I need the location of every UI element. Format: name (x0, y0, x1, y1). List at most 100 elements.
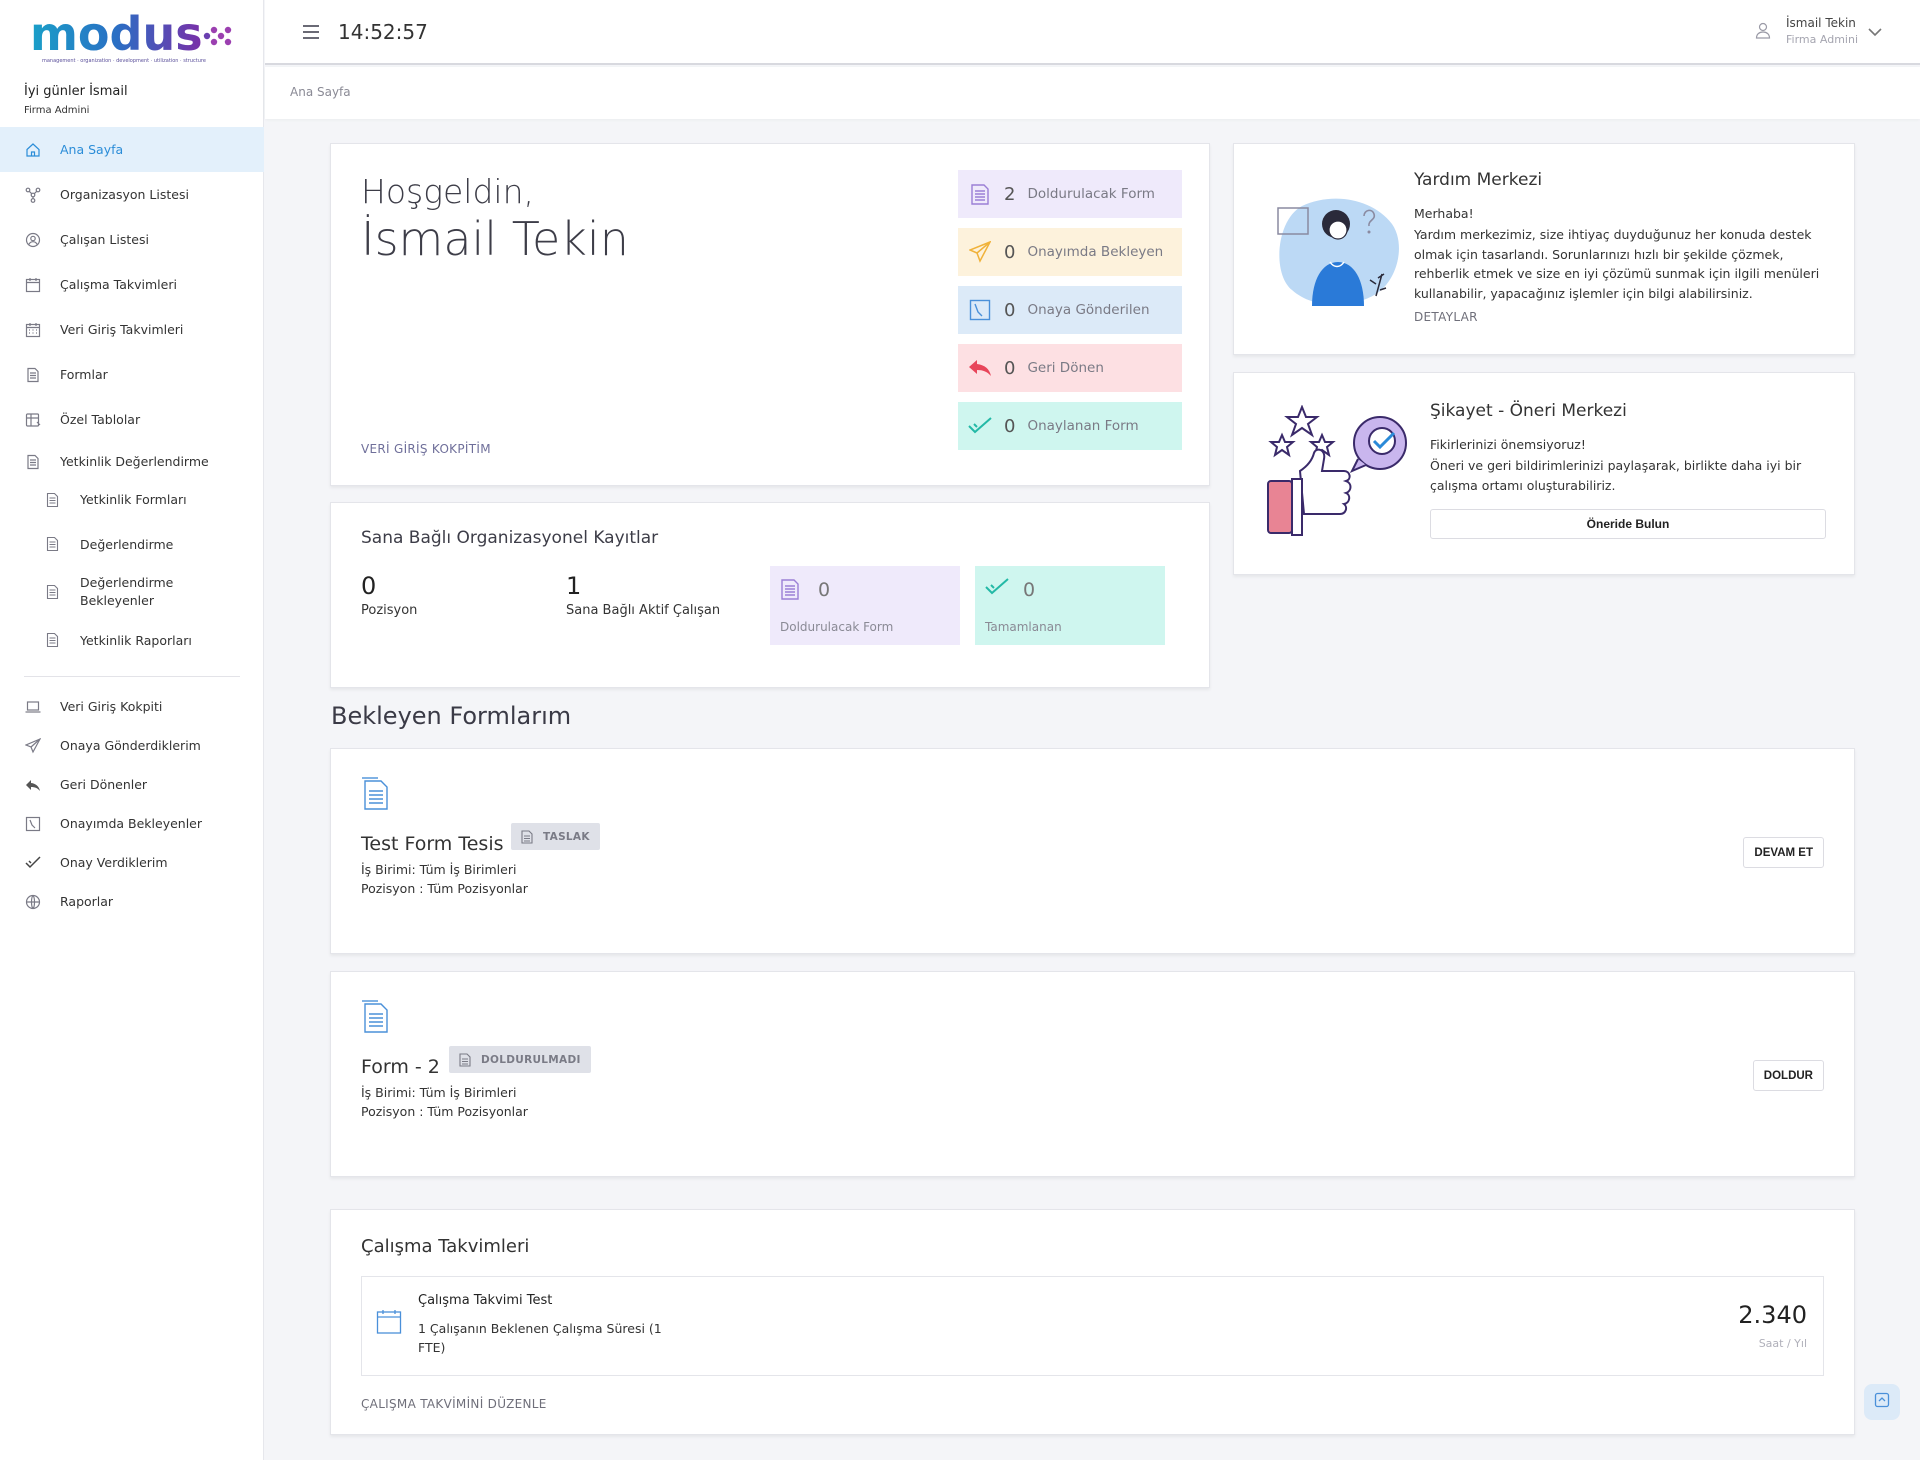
sidebar-item-degerlendirme[interactable]: Değerlendirme (0, 518, 264, 570)
sidebar-item-label: Veri Giriş Takvimleri (60, 322, 184, 337)
home-icon (24, 141, 42, 159)
sidebar-item-formlar[interactable]: Formlar (0, 352, 264, 397)
document-icon (44, 583, 62, 601)
sidebar-item-geri-donenler[interactable]: Geri Dönenler (0, 765, 264, 804)
help-title: Yardım Merkezi (1414, 170, 1543, 190)
employee-label: Sana Bağlı Aktif Çalışan (566, 603, 721, 618)
user-circle-icon (24, 231, 42, 249)
pending-form-card: Test Form Tesis TASLAK İş Birimi: Tüm İş… (330, 748, 1855, 954)
menu-toggle-icon[interactable] (303, 25, 319, 43)
calendar-icon (24, 276, 42, 294)
welcome-title: Hoşgeldin, (361, 172, 534, 211)
stat-onayimda-bekleyen[interactable]: 0 Onayımda Bekleyen (958, 228, 1182, 276)
sidebar-nav: Ana Sayfa Organizasyon Listesi Çalışan L… (0, 127, 264, 921)
continue-button[interactable]: DEVAM ET (1743, 837, 1824, 868)
tile-count: 0 (818, 579, 831, 601)
stat-count: 0 (1004, 299, 1016, 321)
tile-tamamlanan[interactable]: 0 Tamamlanan (975, 566, 1165, 645)
help-illustration (1272, 186, 1402, 316)
sidebar-item-veri-giris-kokpiti[interactable]: Veri Giriş Kokpiti (0, 687, 264, 726)
stat-geri-donen[interactable]: 0 Geri Dönen (958, 344, 1182, 392)
stat-label: Doldurulacak Form (1027, 186, 1155, 202)
stat-onaylanan-form[interactable]: 0 Onaylanan Form (958, 402, 1182, 450)
greeting-role: Firma Admini (24, 105, 90, 116)
sidebar-item-yetkinlik-formlari[interactable]: Yetkinlik Formları (0, 481, 264, 518)
user-role: Firma Admini (1786, 33, 1858, 46)
calendar-item[interactable]: Çalışma Takvimi Test 1 Çalışanın Beklene… (361, 1276, 1824, 1376)
work-calendars-card: Çalışma Takvimleri Çalışma Takvimi Test … (330, 1209, 1855, 1435)
sidebar-item-organizasyon-listesi[interactable]: Organizasyon Listesi (0, 172, 264, 217)
sidebar-item-label: Veri Giriş Kokpiti (60, 699, 163, 714)
cockpit-link[interactable]: VERİ GİRİŞ KOKPİTİM (361, 442, 491, 456)
user-name: İsmail Tekin (1786, 16, 1856, 30)
sidebar-item-degerlendirme-bekleyenler[interactable]: Değerlendirme Bekleyenler (0, 570, 264, 614)
modus-logo[interactable]: modus management · organization · develo… (28, 6, 238, 66)
fill-button[interactable]: DOLDUR (1752, 1060, 1824, 1091)
sidebar-item-onaya-gonderdiklerim[interactable]: Onaya Gönderdiklerim (0, 726, 264, 765)
calendar-grid-icon (24, 321, 42, 339)
document-icon (361, 1000, 391, 1034)
form-icon (780, 577, 804, 601)
form-unit: İş Birimi: Tüm İş Birimleri (361, 862, 517, 877)
double-check-icon (985, 577, 1009, 601)
suggest-button[interactable]: Öneride Bulun (1430, 509, 1826, 539)
thumbs-up-illustration (1262, 404, 1412, 545)
reply-icon (968, 356, 992, 380)
sidebar-item-label: Yetkinlik Formları (80, 492, 187, 507)
sidebar-item-yetkinlik-degerlendirme[interactable]: Yetkinlik Değerlendirme (0, 442, 264, 481)
sidebar-item-label: Organizasyon Listesi (60, 187, 189, 202)
clock-page-icon (968, 298, 992, 322)
form-name: Test Form Tesis (361, 833, 504, 855)
employee-count: 1 (566, 572, 582, 600)
double-check-icon (24, 854, 42, 872)
sidebar-item-calisan-listesi[interactable]: Çalışan Listesi (0, 217, 264, 262)
chevron-down-icon (1868, 22, 1882, 41)
tile-doldurulacak-form[interactable]: 0 Doldurulacak Form (770, 566, 960, 645)
org-records-title: Sana Bağlı Organizasyonel Kayıtlar (361, 528, 659, 548)
help-details-link[interactable]: DETAYLAR (1414, 310, 1478, 324)
stat-onaya-gonderilen[interactable]: 0 Onaya Gönderilen (958, 286, 1182, 334)
greeting-block: İyi günler İsmail Firma Admini (24, 84, 128, 116)
org-chart-icon (24, 186, 42, 204)
calendar-hours: 2.340 (1738, 1301, 1807, 1329)
sidebar-item-ozel-tablolar[interactable]: Özel Tablolar (0, 397, 264, 442)
sidebar-item-yetkinlik-raporlari[interactable]: Yetkinlik Raporları (0, 614, 264, 666)
edit-calendar-link[interactable]: ÇALIŞMA TAKVİMİNİ DÜZENLE (361, 1397, 547, 1411)
sidebar-divider (24, 676, 240, 677)
document-icon (44, 535, 62, 553)
sidebar-item-label: Ana Sayfa (60, 142, 124, 157)
welcome-card: Hoşgeldin, İsmail Tekin VERİ GİRİŞ KOKPİ… (330, 143, 1210, 486)
complaint-title: Şikayet - Öneri Merkezi (1430, 401, 1627, 421)
help-greeting: Merhaba! (1414, 206, 1474, 221)
breadcrumb[interactable]: Ana Sayfa (290, 85, 351, 99)
tile-label: Doldurulacak Form (780, 620, 894, 634)
sidebar-item-onay-verdiklerim[interactable]: Onay Verdiklerim (0, 843, 264, 882)
stat-count: 0 (1004, 415, 1016, 437)
clock: 14:52:57 (338, 20, 428, 44)
sidebar-item-ana-sayfa[interactable]: Ana Sayfa (0, 127, 264, 172)
sidebar-item-label: Yetkinlik Raporları (80, 632, 192, 648)
sidebar-item-label: Onayımda Bekleyenler (60, 816, 203, 831)
paper-plane-icon (24, 737, 42, 755)
sidebar-item-onayimda-bekleyenler[interactable]: Onayımda Bekleyenler (0, 804, 264, 843)
document-icon (361, 777, 391, 811)
laptop-icon (24, 698, 42, 716)
stat-count: 2 (1004, 183, 1016, 205)
sidebar-item-veri-giris-takvimleri[interactable]: Veri Giriş Takvimleri (0, 307, 264, 352)
reply-icon (24, 776, 42, 794)
form-name: Form - 2 (361, 1056, 440, 1078)
sidebar-item-calisma-takvimleri[interactable]: Çalışma Takvimleri (0, 262, 264, 307)
help-center-card: Yardım Merkezi Merhaba! Yardım merkezimi… (1233, 143, 1855, 355)
stat-doldurulacak-form[interactable]: 2 Doldurulacak Form (958, 170, 1182, 218)
scroll-to-top-button[interactable] (1864, 1384, 1900, 1420)
tile-count: 0 (1023, 579, 1036, 601)
sidebar-item-raporlar[interactable]: Raporlar (0, 882, 264, 921)
stat-label: Onayımda Bekleyen (1027, 244, 1164, 260)
greeting-text: İyi günler İsmail (24, 84, 128, 99)
status-badge-label: TASLAK (543, 830, 590, 843)
document-icon (521, 829, 535, 844)
user-menu[interactable]: İsmail Tekin Firma Admini (1754, 16, 1882, 46)
org-records-card: Sana Bağlı Organizasyonel Kayıtlar 0 Poz… (330, 502, 1210, 688)
status-badge: DOLDURULMADI (449, 1046, 591, 1073)
calendar-icon (376, 1309, 402, 1335)
